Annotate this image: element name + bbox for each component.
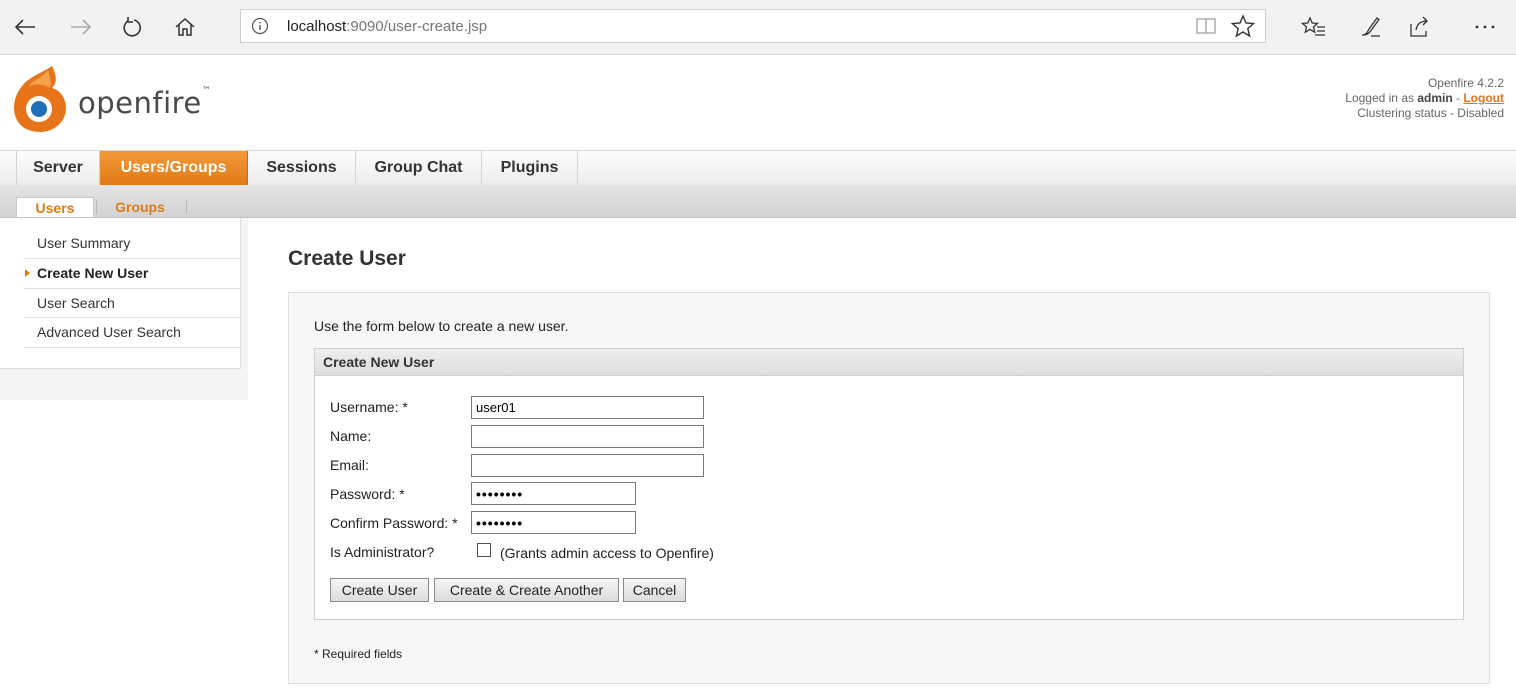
page-title: Create User [288, 247, 406, 270]
create-another-button[interactable]: Create & Create Another [434, 578, 619, 602]
confirm-password-label: Confirm Password: * [330, 515, 458, 531]
more-menu-icon[interactable] [1470, 12, 1500, 42]
subtab-users[interactable]: Users [16, 197, 94, 217]
sidebar: User Summary Create New User User Search… [0, 218, 248, 400]
active-arrow-icon [25, 269, 30, 277]
sidebar-item-advanced-user-search[interactable]: Advanced User Search [24, 318, 240, 347]
home-icon[interactable] [170, 12, 200, 42]
username-label: Username: * [330, 399, 408, 415]
main-tabs: Server Users/Groups Sessions Group Chat … [0, 150, 1516, 186]
brand-name: openfire™ [78, 86, 212, 120]
refresh-icon[interactable] [118, 12, 148, 42]
address-url[interactable]: localhost:9090/user-create.jsp [287, 18, 487, 35]
reading-view-icon[interactable] [1195, 15, 1217, 42]
is-admin-note: (Grants admin access to Openfire) [500, 545, 714, 561]
required-fields-note: * Required fields [314, 647, 403, 661]
name-field[interactable] [471, 425, 704, 448]
forward-arrow-icon[interactable] [66, 12, 96, 42]
email-label: Email: [330, 457, 369, 473]
tab-group-chat[interactable]: Group Chat [356, 151, 482, 185]
address-bar[interactable]: localhost:9090/user-create.jsp [240, 9, 1266, 43]
sub-tabs: Users Groups [0, 185, 1516, 218]
is-admin-checkbox[interactable] [477, 543, 491, 557]
form-header: Create New User [315, 349, 1463, 376]
tab-users-groups[interactable]: Users/Groups [100, 151, 248, 185]
logout-link[interactable]: Logout [1463, 91, 1504, 105]
site-info-icon[interactable] [251, 17, 269, 40]
logged-in-user: admin [1417, 91, 1453, 105]
is-admin-label: Is Administrator? [330, 544, 435, 560]
email-field[interactable] [471, 454, 704, 477]
create-user-button[interactable]: Create User [330, 578, 429, 602]
web-note-pen-icon[interactable] [1356, 12, 1386, 42]
cancel-button[interactable]: Cancel [623, 578, 686, 602]
sidebar-item-user-summary[interactable]: User Summary [24, 229, 240, 258]
share-icon[interactable] [1404, 12, 1434, 42]
tab-plugins[interactable]: Plugins [482, 151, 578, 185]
username-field[interactable] [471, 396, 704, 419]
name-label: Name: [330, 428, 372, 444]
header-info: Openfire 4.2.2 Logged in as admin - Logo… [1345, 76, 1504, 121]
browser-toolbar: localhost:9090/user-create.jsp [0, 0, 1516, 55]
favorites-hub-icon[interactable] [1298, 12, 1328, 42]
sidebar-item-user-search[interactable]: User Search [24, 289, 240, 318]
brand-trademark: ™ [201, 86, 212, 96]
version-text: Openfire 4.2.2 [1427, 76, 1504, 90]
login-status: Logged in as admin - Logout [1345, 91, 1504, 105]
password-field[interactable] [471, 482, 636, 505]
sidebar-nav: User Summary Create New User User Search… [0, 218, 241, 369]
intro-text: Use the form below to create a new user. [314, 318, 569, 334]
tab-sessions[interactable]: Sessions [248, 151, 356, 185]
favorite-star-icon[interactable] [1230, 14, 1256, 43]
sidebar-item-label: User Search [37, 295, 115, 311]
clustering-status: Clustering status - Disabled [1357, 106, 1504, 120]
url-host: localhost [287, 18, 347, 35]
subtab-groups[interactable]: Groups [104, 197, 176, 217]
openfire-logo [8, 64, 68, 132]
sidebar-item-create-new-user[interactable]: Create New User [24, 259, 240, 288]
sidebar-item-label: Advanced User Search [37, 324, 181, 340]
subtab-divider [186, 200, 187, 214]
url-path: :9090/user-create.jsp [346, 18, 488, 35]
back-arrow-icon[interactable] [10, 12, 40, 42]
tab-server[interactable]: Server [16, 151, 100, 185]
subtab-divider [96, 200, 97, 214]
sidebar-item-label: Create New User [37, 265, 149, 281]
sidebar-item-label: User Summary [37, 235, 131, 251]
confirm-password-field[interactable] [471, 511, 636, 534]
password-label: Password: * [330, 486, 405, 502]
sidebar-divider [24, 347, 240, 348]
